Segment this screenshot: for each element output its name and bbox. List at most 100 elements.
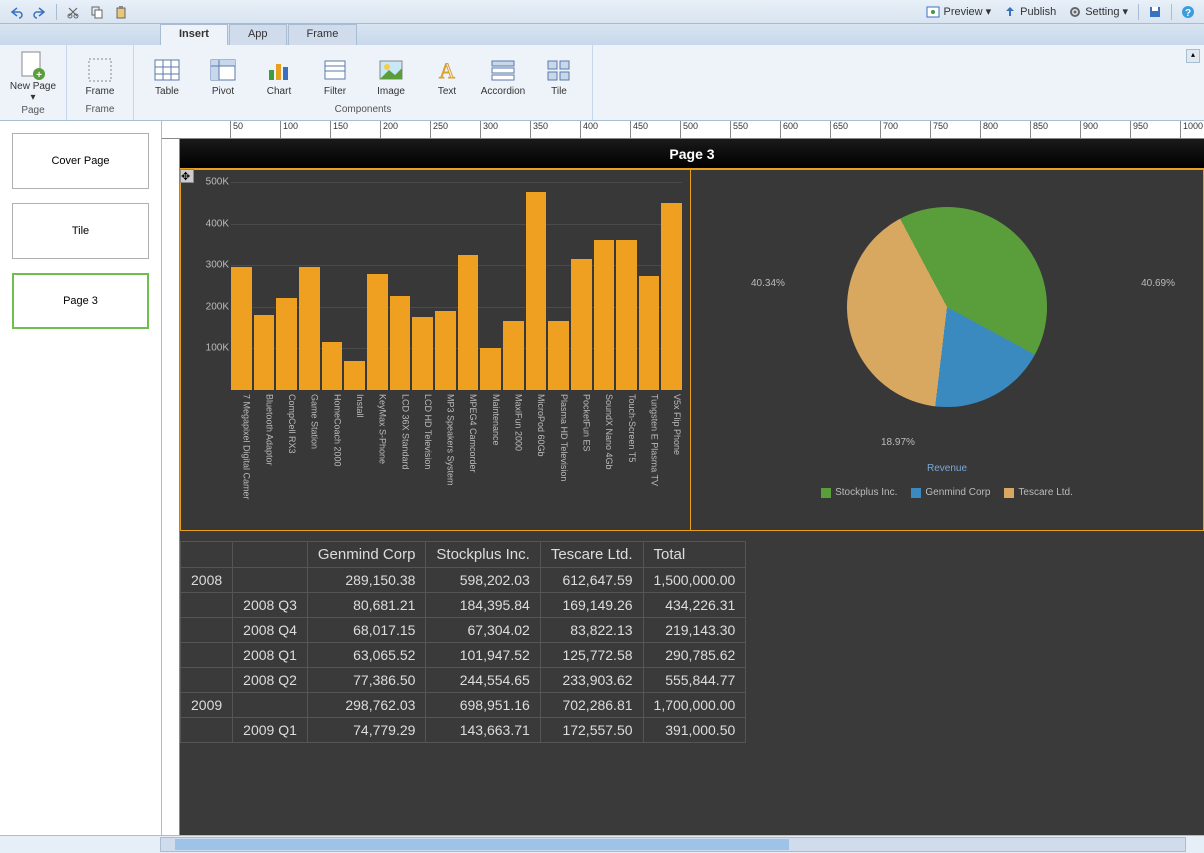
setting-button[interactable]: Setting▾ bbox=[1064, 2, 1132, 22]
chevron-down-icon: ▾ bbox=[1122, 5, 1128, 18]
bar-label: Bluetooth Adaptor bbox=[254, 394, 275, 524]
move-handle[interactable]: ✥ bbox=[180, 169, 194, 183]
bar-label: LCD 36X Standard bbox=[390, 394, 411, 524]
bar-label: CompCell RX3 bbox=[276, 394, 297, 524]
pivot-table[interactable]: Genmind CorpStockplus Inc.Tescare Ltd.To… bbox=[180, 541, 746, 743]
pivot-button[interactable]: Pivot bbox=[196, 52, 250, 99]
bar[interactable] bbox=[435, 311, 456, 390]
pie-label: 40.69% bbox=[1141, 278, 1175, 289]
bar-label: MaxiFun 2000 bbox=[503, 394, 524, 524]
svg-text:A: A bbox=[439, 58, 455, 82]
bar[interactable] bbox=[480, 348, 501, 390]
bar[interactable] bbox=[344, 361, 365, 390]
bar[interactable] bbox=[367, 274, 388, 390]
pie-legend: Stockplus Inc.Genmind CorpTescare Ltd. bbox=[691, 487, 1203, 498]
redo-button[interactable] bbox=[30, 2, 50, 22]
bar-label: V5x Flip Phone bbox=[661, 394, 682, 524]
tab-insert[interactable]: Insert bbox=[160, 24, 228, 45]
chart-button[interactable]: Chart bbox=[252, 52, 306, 99]
filter-button[interactable]: Filter bbox=[308, 52, 362, 99]
bar-label: MicroPod 60Gb bbox=[526, 394, 547, 524]
horizontal-scrollbar[interactable] bbox=[160, 837, 1186, 852]
table-row[interactable]: 2008 Q277,386.50244,554.65233,903.62555,… bbox=[181, 668, 746, 693]
bar-label: Game Station bbox=[299, 394, 320, 524]
bar-label: LCD HD Television bbox=[412, 394, 433, 524]
dashboard-canvas[interactable]: Page 3 ✥ 100K200K300K400K500K 7 Megapixe… bbox=[180, 139, 1204, 835]
table-row[interactable]: 2008289,150.38598,202.03612,647.591,500,… bbox=[181, 568, 746, 593]
bar[interactable] bbox=[503, 321, 524, 390]
ruler-horizontal: 5010015020025030035040045050055060065070… bbox=[162, 121, 1204, 139]
bar-label: MPEG4 Camcorder bbox=[458, 394, 479, 524]
pie-chart-panel[interactable]: 40.69% 18.97% 40.34% Revenue Stockplus I… bbox=[691, 170, 1203, 530]
column-header: Total bbox=[643, 542, 746, 568]
undo-button[interactable] bbox=[6, 2, 26, 22]
bar[interactable] bbox=[322, 342, 343, 390]
quick-access-toolbar: Preview▾ Publish Setting▾ ? bbox=[0, 0, 1204, 24]
chart-icon bbox=[263, 54, 295, 86]
copy-button[interactable] bbox=[87, 2, 107, 22]
frame-button[interactable]: Frame bbox=[73, 52, 127, 99]
publish-button[interactable]: Publish bbox=[999, 2, 1060, 22]
collapse-ribbon-button[interactable]: ▴ bbox=[1186, 49, 1200, 63]
bar[interactable] bbox=[616, 240, 637, 390]
group-label: Frame bbox=[73, 104, 127, 118]
chevron-down-icon: ▾ bbox=[986, 5, 992, 18]
pie-axis-label: Revenue bbox=[691, 463, 1203, 474]
bar[interactable] bbox=[548, 321, 569, 390]
column-header: Stockplus Inc. bbox=[426, 542, 540, 568]
bar-label: 7 Megapixel Digital Camer bbox=[231, 394, 252, 524]
bar[interactable] bbox=[526, 192, 547, 390]
pivot-icon bbox=[207, 54, 239, 86]
bar[interactable] bbox=[458, 255, 479, 390]
bar-label: Maintenance bbox=[480, 394, 501, 524]
save-button[interactable] bbox=[1145, 2, 1165, 22]
nav-page-2[interactable]: Page 3 bbox=[12, 273, 149, 329]
ribbon: + New Page ▾ Page Frame Frame TablePivot… bbox=[0, 45, 1204, 121]
table-row[interactable]: 2008 Q380,681.21184,395.84169,149.26434,… bbox=[181, 593, 746, 618]
preview-button[interactable]: Preview▾ bbox=[922, 2, 995, 22]
page-navigator: Cover Page Tile Page 3 bbox=[0, 121, 162, 835]
bar-label: HomeCoach 2000 bbox=[322, 394, 343, 524]
text-button[interactable]: AText bbox=[420, 52, 474, 99]
new-page-button[interactable]: + New Page ▾ bbox=[6, 47, 60, 105]
bar[interactable] bbox=[571, 259, 592, 390]
image-button[interactable]: Image bbox=[364, 52, 418, 99]
filter-icon bbox=[319, 54, 351, 86]
page-icon: + bbox=[17, 49, 49, 81]
bar[interactable] bbox=[254, 315, 275, 390]
tab-app[interactable]: App bbox=[229, 24, 287, 45]
svg-text:+: + bbox=[36, 70, 42, 80]
table-row[interactable]: 2009 Q174,779.29143,663.71172,557.50391,… bbox=[181, 718, 746, 743]
paste-button[interactable] bbox=[111, 2, 131, 22]
table-row[interactable]: 2009298,762.03698,951.16702,286.811,700,… bbox=[181, 693, 746, 718]
bar-chart-panel[interactable]: 100K200K300K400K500K 7 Megapixel Digital… bbox=[181, 170, 691, 530]
bar-label: SoundX Nano 4Gb bbox=[594, 394, 615, 524]
group-label: Page bbox=[6, 105, 60, 118]
bar[interactable] bbox=[231, 267, 252, 390]
nav-page-0[interactable]: Cover Page bbox=[12, 133, 149, 189]
bar[interactable] bbox=[299, 267, 320, 390]
bar-label: PocketFun ES bbox=[571, 394, 592, 524]
column-header: Genmind Corp bbox=[307, 542, 426, 568]
accordion-icon bbox=[487, 54, 519, 86]
column-header: Tescare Ltd. bbox=[540, 542, 643, 568]
cut-button[interactable] bbox=[63, 2, 83, 22]
help-button[interactable]: ? bbox=[1178, 2, 1198, 22]
bar[interactable] bbox=[390, 296, 411, 390]
bar[interactable] bbox=[639, 276, 660, 390]
bar[interactable] bbox=[276, 298, 297, 390]
accordion-button[interactable]: Accordion bbox=[476, 52, 530, 99]
chevron-down-icon: ▾ bbox=[30, 92, 35, 103]
tab-frame[interactable]: Frame bbox=[288, 24, 358, 45]
bar[interactable] bbox=[412, 317, 433, 390]
image-icon bbox=[375, 54, 407, 86]
tile-button[interactable]: Tile bbox=[532, 52, 586, 99]
bar[interactable] bbox=[594, 240, 615, 390]
table-button[interactable]: Table bbox=[140, 52, 194, 99]
pie-label: 18.97% bbox=[881, 437, 915, 448]
pie-chart bbox=[847, 207, 1047, 407]
table-row[interactable]: 2008 Q468,017.1567,304.0283,822.13219,14… bbox=[181, 618, 746, 643]
nav-page-1[interactable]: Tile bbox=[12, 203, 149, 259]
bar[interactable] bbox=[661, 203, 682, 390]
table-row[interactable]: 2008 Q163,065.52101,947.52125,772.58290,… bbox=[181, 643, 746, 668]
